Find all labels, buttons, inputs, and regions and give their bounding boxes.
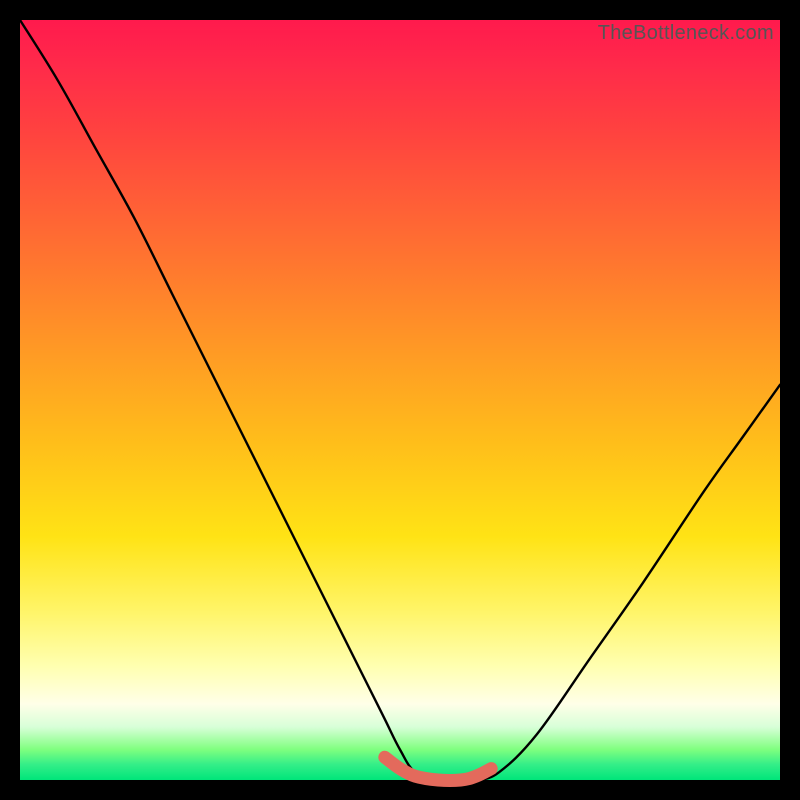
- plot-area: TheBottleneck.com: [20, 20, 780, 780]
- bottleneck-curve: [20, 20, 780, 780]
- curve-path: [20, 20, 780, 781]
- chart-frame: TheBottleneck.com: [0, 0, 800, 800]
- curve-highlight: [385, 757, 491, 780]
